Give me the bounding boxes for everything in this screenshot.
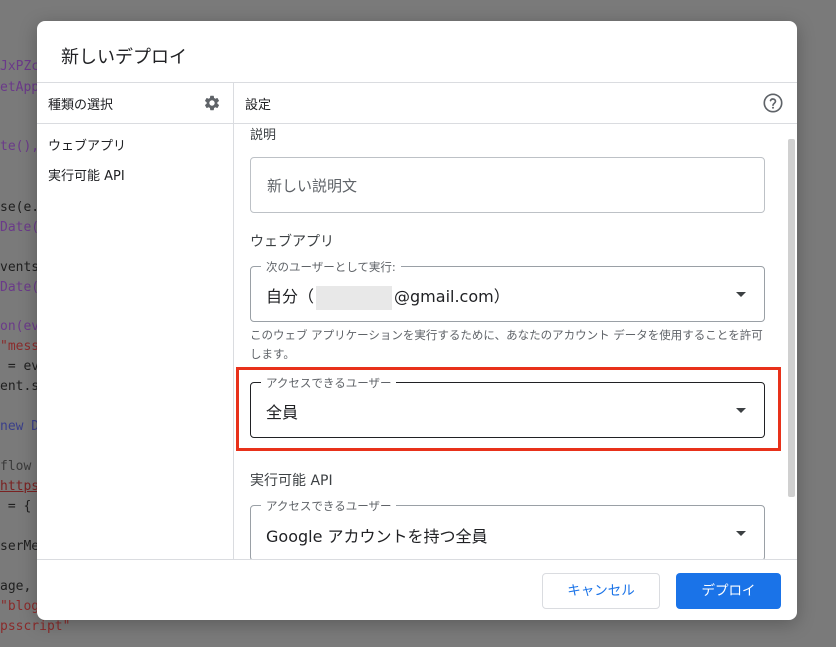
chevron-down-icon xyxy=(736,292,746,297)
execute-as-help-text: このウェブ アプリケーションを実行するために、あなたのアカウント データを使用す… xyxy=(250,328,763,361)
redacted-email xyxy=(316,285,393,310)
scrollbar-thumb[interactable] xyxy=(788,139,795,497)
api-access-value: Google アカウントを持つ全員 xyxy=(266,527,488,546)
new-deployment-dialog: 新しいデプロイ 種類の選択 ウェブアプリ 実行可能 API 設定 説明 新しい説… xyxy=(37,21,797,620)
deploy-button[interactable]: デプロイ xyxy=(676,573,781,609)
header-divider xyxy=(37,82,797,83)
code-line: = { xyxy=(0,499,32,514)
highlight-annotation xyxy=(236,367,781,451)
type-item-api[interactable]: 実行可能 API xyxy=(48,165,125,184)
code-line: vents xyxy=(0,260,40,275)
execute-as-select[interactable]: 次のユーザーとして実行: 自分（ @gmail.com） xyxy=(250,259,765,322)
settings-content[interactable]: 説明 新しい説明文 ウェブアプリ 次のユーザーとして実行: 自分（ @gmail.… xyxy=(234,123,787,559)
code-line: JxPZc xyxy=(0,59,40,74)
api-section-heading: 実行可能 API xyxy=(250,473,333,489)
select-type-heading: 種類の選択 xyxy=(48,98,114,113)
type-item-webapp[interactable]: ウェブアプリ xyxy=(48,135,126,154)
execute-as-value: 自分（ @gmail.com） xyxy=(266,283,510,310)
gear-icon[interactable] xyxy=(203,94,221,112)
settings-heading: 設定 xyxy=(245,98,272,113)
chevron-down-icon xyxy=(736,531,746,536)
description-input[interactable]: 新しい説明文 xyxy=(250,157,765,213)
code-line: ent.s xyxy=(0,379,40,394)
code-line: se(e. xyxy=(0,200,40,215)
code-line: Date( xyxy=(0,220,40,235)
code-line: "mess xyxy=(0,339,40,354)
footer-divider xyxy=(37,559,797,560)
code-line: psscript" xyxy=(0,619,71,634)
code-line: serMe xyxy=(0,539,40,554)
cancel-button[interactable]: キャンセル xyxy=(542,573,660,609)
code-line: https xyxy=(0,479,40,494)
description-label: 説明 xyxy=(250,128,277,143)
code-line: flow xyxy=(0,459,40,474)
code-line: "blog xyxy=(0,599,40,614)
execute-as-label: 次のユーザーとして実行: xyxy=(261,259,401,275)
code-line: age, xyxy=(0,579,40,594)
code-line: = ev xyxy=(0,359,40,374)
code-line: etApp xyxy=(0,80,40,95)
webapp-section-heading: ウェブアプリ xyxy=(250,234,334,250)
help-icon[interactable] xyxy=(762,92,784,114)
code-line: on(ev xyxy=(0,319,40,334)
api-access-label: アクセスできるユーザー xyxy=(261,498,397,514)
dialog-title: 新しいデプロイ xyxy=(61,47,187,68)
code-line: te(), xyxy=(0,139,40,154)
code-line: Date( xyxy=(0,280,40,295)
code-line: new D xyxy=(0,419,40,434)
description-placeholder: 新しい説明文 xyxy=(267,177,358,195)
api-access-select[interactable]: アクセスできるユーザー Google アカウントを持つ全員 xyxy=(250,498,765,559)
